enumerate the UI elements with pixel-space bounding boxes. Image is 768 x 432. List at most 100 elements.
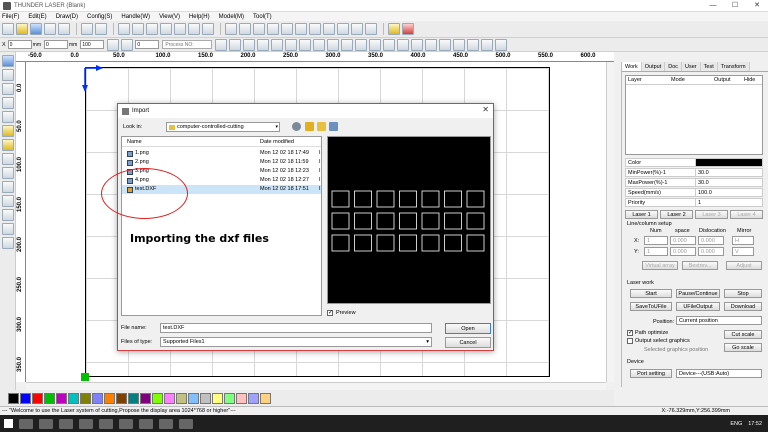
- color-swatch[interactable]: [92, 392, 103, 404]
- align-center-icon[interactable]: [299, 38, 312, 51]
- store-icon[interactable]: [99, 418, 113, 429]
- chrome-icon[interactable]: [139, 418, 153, 429]
- node-edit-icon[interactable]: [281, 23, 293, 35]
- polygon-tool-icon[interactable]: [1, 181, 14, 193]
- tab-transform[interactable]: Transform: [717, 62, 750, 71]
- laser-app-icon[interactable]: [179, 418, 193, 429]
- laser1-tab[interactable]: Laser 1: [625, 210, 658, 219]
- color-swatch[interactable]: [128, 392, 139, 404]
- lock-ratio-icon[interactable]: [107, 38, 120, 51]
- minimize-button[interactable]: —: [702, 0, 724, 12]
- settings-icon[interactable]: [388, 23, 400, 35]
- menu-view[interactable]: View(V): [159, 14, 180, 20]
- file-list[interactable]: Name Date modified 1.png Mon 12 02 18 17…: [121, 136, 322, 316]
- tab-work[interactable]: Work: [622, 62, 642, 71]
- page-bottom-right-icon[interactable]: [439, 38, 452, 51]
- go-scale-button[interactable]: Go scale: [724, 343, 762, 352]
- zoom-select-icon[interactable]: [188, 23, 200, 35]
- cancel-button[interactable]: Cancel: [445, 337, 491, 348]
- align-right-icon[interactable]: [229, 38, 242, 51]
- laser-icon[interactable]: [402, 23, 414, 35]
- zoom-all-icon[interactable]: [202, 23, 214, 35]
- align-top-icon[interactable]: [243, 38, 256, 51]
- lc-y-mirror[interactable]: V: [732, 247, 754, 256]
- same-width-icon[interactable]: [313, 38, 326, 51]
- page-center-icon[interactable]: [411, 38, 424, 51]
- ungroup-icon[interactable]: [239, 23, 251, 35]
- align-bottom-icon[interactable]: [257, 38, 270, 51]
- node-arrow-icon[interactable]: [1, 69, 14, 81]
- i-shape-icon[interactable]: [495, 38, 508, 51]
- stop-button[interactable]: Stop: [724, 289, 762, 298]
- preview-checkbox[interactable]: [327, 310, 333, 316]
- start-work-button[interactable]: Start: [630, 289, 672, 298]
- color-swatch[interactable]: [212, 392, 223, 404]
- vertical-scrollbar[interactable]: [606, 62, 614, 382]
- print-icon[interactable]: [323, 23, 335, 35]
- virtual-array-button[interactable]: Virtual array: [642, 261, 678, 270]
- h-line-icon[interactable]: [453, 38, 466, 51]
- zoom-out-icon[interactable]: [146, 23, 158, 35]
- layer-table[interactable]: Layer Mode Output Hide: [625, 75, 763, 155]
- tab-test[interactable]: Test: [700, 62, 718, 71]
- group-icon[interactable]: [225, 23, 237, 35]
- ufile-output-button[interactable]: UFileOutput: [676, 302, 720, 311]
- distribute-v-icon[interactable]: [369, 38, 382, 51]
- col-name[interactable]: Name: [127, 137, 142, 147]
- laser2-tab[interactable]: Laser 2: [660, 210, 693, 219]
- tab-doc[interactable]: Doc: [665, 62, 683, 71]
- polyline-tool-icon[interactable]: [1, 97, 14, 109]
- line-tool-icon[interactable]: [1, 83, 14, 95]
- horizontal-scrollbar[interactable]: [26, 382, 606, 390]
- color-swatch[interactable]: [188, 392, 199, 404]
- col-date-modified[interactable]: Date modified: [260, 137, 294, 147]
- menu-tool[interactable]: Tool(T): [253, 14, 272, 20]
- open-button[interactable]: Open: [445, 323, 491, 334]
- up-folder-icon[interactable]: [305, 122, 314, 131]
- color-swatch[interactable]: [104, 392, 115, 404]
- cross-tool-icon[interactable]: [1, 223, 14, 235]
- look-in-select[interactable]: computer-controlled-cutting ▾: [166, 122, 280, 132]
- file-name-input[interactable]: test.DXF: [160, 323, 432, 333]
- delete-tool-icon[interactable]: [1, 209, 14, 221]
- download-button[interactable]: Download: [724, 302, 762, 311]
- grid-tool-icon[interactable]: [1, 195, 14, 207]
- menu-draw[interactable]: Draw(D): [56, 14, 78, 20]
- width-input[interactable]: [44, 40, 69, 49]
- device-select[interactable]: Device---(USB:Auto): [676, 369, 762, 378]
- new-file-icon[interactable]: [2, 23, 14, 35]
- lc-y-dislocation[interactable]: 0.000: [698, 247, 724, 256]
- maximize-button[interactable]: ☐: [724, 0, 746, 12]
- menu-handle[interactable]: Handle(W): [121, 14, 150, 20]
- zoom-in-icon[interactable]: [132, 23, 144, 35]
- save-to-ufile-button[interactable]: SaveToUFile: [630, 302, 672, 311]
- port-setting-button[interactable]: Port setting: [630, 369, 672, 378]
- tab-user[interactable]: User: [682, 62, 701, 71]
- same-size-icon[interactable]: [341, 38, 354, 51]
- back-icon[interactable]: [292, 122, 301, 131]
- color-swatch[interactable]: [80, 392, 91, 404]
- import-icon[interactable]: [44, 23, 56, 35]
- v-line-icon[interactable]: [467, 38, 480, 51]
- align-left-icon[interactable]: [215, 38, 228, 51]
- color-swatch[interactable]: [236, 392, 247, 404]
- menu-edit[interactable]: Edit(E): [28, 14, 46, 20]
- search-icon[interactable]: [19, 418, 33, 429]
- color-swatch[interactable]: [20, 392, 31, 404]
- zoom-fit-icon[interactable]: [160, 23, 172, 35]
- clock[interactable]: 17:52: [748, 421, 762, 427]
- lc-x-mirror[interactable]: H: [732, 236, 754, 245]
- position-select[interactable]: Current position: [676, 316, 762, 325]
- vector-icon[interactable]: [267, 23, 279, 35]
- rectangle-tool-icon[interactable]: [1, 125, 14, 137]
- undo-icon[interactable]: [81, 23, 93, 35]
- x-input[interactable]: [7, 40, 32, 49]
- menu-file[interactable]: File(F): [2, 14, 19, 20]
- color-swatch[interactable]: [56, 392, 67, 404]
- color-swatch[interactable]: [164, 392, 175, 404]
- distribute-h-icon[interactable]: [355, 38, 368, 51]
- select-arrow-icon[interactable]: [1, 55, 14, 67]
- dot-tool-icon[interactable]: [1, 167, 14, 179]
- rotate-icon[interactable]: [121, 38, 134, 51]
- lc-x-num[interactable]: 1: [644, 236, 668, 245]
